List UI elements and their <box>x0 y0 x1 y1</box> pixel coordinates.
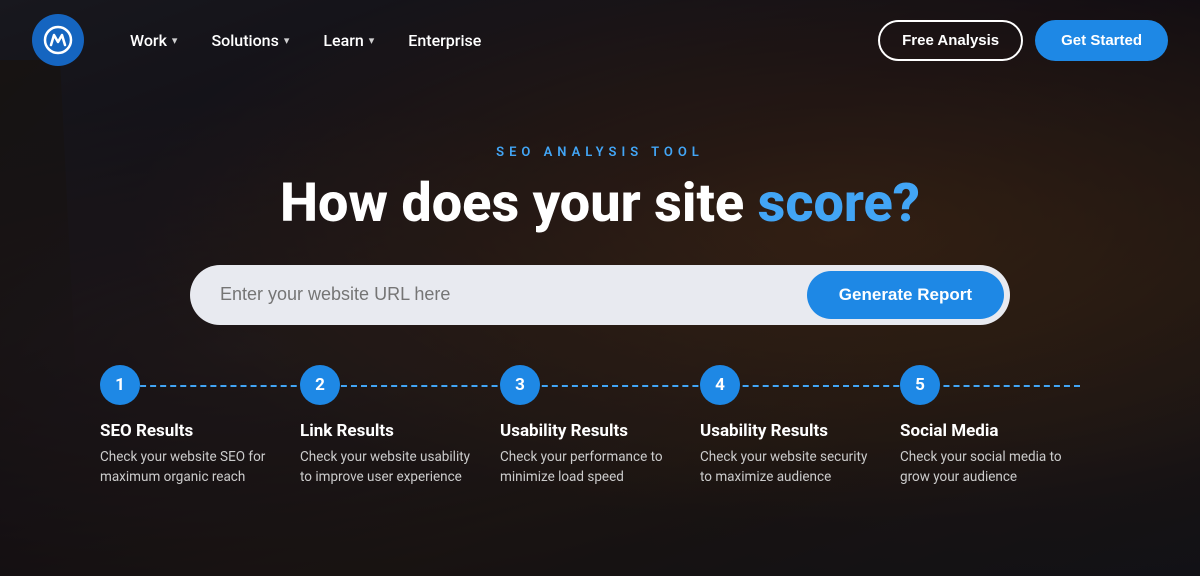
url-input[interactable] <box>220 284 807 305</box>
nav-item-work[interactable]: Work ▾ <box>116 23 191 58</box>
step-4: 4 Usability Results Check your website s… <box>700 365 900 488</box>
step-desc-5: Check your social media to grow your aud… <box>900 447 1080 488</box>
hero-subtitle: SEO ANALYSIS TOOL <box>496 145 704 160</box>
free-analysis-button[interactable]: Free Analysis <box>878 20 1023 61</box>
search-bar: Generate Report <box>190 265 1010 325</box>
step-title-1: SEO Results <box>100 421 193 441</box>
nav-learn-label: Learn <box>323 31 363 50</box>
logo[interactable] <box>32 14 84 66</box>
page-content: Work ▾ Solutions ▾ Learn ▾ Enterprise Fr… <box>0 0 1200 576</box>
step-title-2: Link Results <box>300 421 394 441</box>
nav-actions: Free Analysis Get Started <box>878 20 1168 61</box>
nav-enterprise-label: Enterprise <box>408 31 481 50</box>
headline-score: score? <box>758 172 920 235</box>
nav-links: Work ▾ Solutions ▾ Learn ▾ Enterprise <box>116 23 878 58</box>
navbar: Work ▾ Solutions ▾ Learn ▾ Enterprise Fr… <box>0 0 1200 80</box>
hero-headline: How does your site score? <box>280 174 920 233</box>
step-title-3: Usability Results <box>500 421 628 441</box>
hero-section: SEO ANALYSIS TOOL How does your site sco… <box>0 80 1200 576</box>
nav-item-solutions[interactable]: Solutions ▾ <box>197 23 303 58</box>
step-3: 3 Usability Results Check your performan… <box>500 365 700 488</box>
chevron-down-icon: ▾ <box>284 34 290 47</box>
step-2: 2 Link Results Check your website usabil… <box>300 365 500 488</box>
step-desc-3: Check your performance to minimize load … <box>500 447 680 488</box>
steps-track: 1 SEO Results Check your website SEO for… <box>100 365 1100 488</box>
nav-item-learn[interactable]: Learn ▾ <box>309 23 388 58</box>
step-circle-2: 2 <box>300 365 340 405</box>
nav-item-enterprise[interactable]: Enterprise <box>394 23 495 58</box>
step-title-5: Social Media <box>900 421 998 441</box>
step-1: 1 SEO Results Check your website SEO for… <box>100 365 300 488</box>
step-desc-2: Check your website usability to improve … <box>300 447 480 488</box>
headline-text: How does your site <box>280 172 758 235</box>
step-desc-4: Check your website security to maximize … <box>700 447 880 488</box>
step-circle-4: 4 <box>700 365 740 405</box>
nav-work-label: Work <box>130 31 167 50</box>
step-title-4: Usability Results <box>700 421 828 441</box>
steps-container: 1 SEO Results Check your website SEO for… <box>60 365 1140 502</box>
step-desc-1: Check your website SEO for maximum organ… <box>100 447 280 488</box>
chevron-down-icon: ▾ <box>172 34 178 47</box>
step-5: 5 Social Media Check your social media t… <box>900 365 1100 488</box>
step-circle-3: 3 <box>500 365 540 405</box>
nav-solutions-label: Solutions <box>211 31 278 50</box>
get-started-button[interactable]: Get Started <box>1035 20 1168 61</box>
step-circle-5: 5 <box>900 365 940 405</box>
chevron-down-icon: ▾ <box>369 34 375 47</box>
step-circle-1: 1 <box>100 365 140 405</box>
generate-report-button[interactable]: Generate Report <box>807 271 1004 319</box>
